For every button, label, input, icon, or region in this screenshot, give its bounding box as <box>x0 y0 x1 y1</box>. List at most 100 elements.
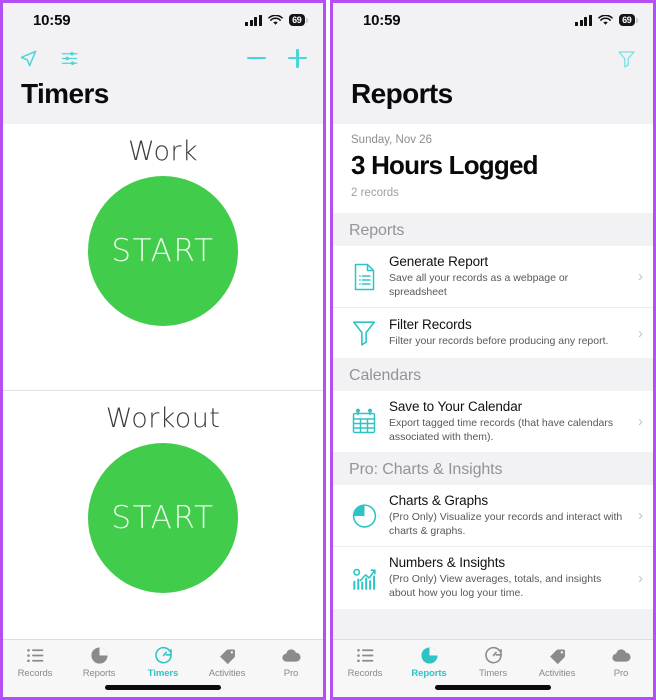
status-time: 10:59 <box>363 11 401 29</box>
tab-label: Timers <box>478 668 508 679</box>
chevron-right-icon: › <box>638 507 643 525</box>
section-rows-calendars: Save to Your Calendar Export tagged time… <box>333 391 653 453</box>
list-item-text: Charts & Graphs (Pro Only) Visualize you… <box>389 493 625 538</box>
list-item-title: Filter Records <box>389 317 472 333</box>
list-item-filter-records[interactable]: Filter Records Filter your records befor… <box>333 308 653 358</box>
list-item-title: Generate Report <box>389 254 489 269</box>
list-item-subtitle: Save all your records as a webpage or sp… <box>389 271 569 298</box>
list-item-title: Charts & Graphs <box>389 493 489 509</box>
two-phone-screenshot: 10:59 69 Timers Work START Workout START… <box>0 0 656 700</box>
tab-label: Activities <box>538 668 576 679</box>
list-item-subtitle: (Pro Only) Visualize your records and in… <box>389 511 623 537</box>
timer-name: Workout <box>105 403 221 434</box>
tab-records[interactable]: Records <box>333 645 397 679</box>
timers-list[interactable]: Work START Workout START <box>3 124 323 639</box>
tab-activities[interactable]: Activities <box>195 645 259 679</box>
battery-indicator: 69 <box>618 14 639 26</box>
tab-label: Records <box>17 668 53 679</box>
reports-list[interactable]: Sunday, Nov 26 3 Hours Logged 2 records … <box>333 124 653 639</box>
home-indicator <box>105 685 221 690</box>
pie-chart-icon <box>347 500 381 532</box>
tag-icon <box>219 649 235 665</box>
funnel-icon <box>347 317 381 349</box>
pie-chart-icon <box>420 647 438 664</box>
stopwatch-icon <box>154 646 172 664</box>
list-item-text: Numbers & Insights (Pro Only) View avera… <box>389 555 625 600</box>
calendar-icon <box>347 406 381 438</box>
section-rows-pro: Charts & Graphs (Pro Only) Visualize you… <box>333 485 653 609</box>
tab-label: Reports <box>411 668 447 679</box>
section-header-pro: Pro: Charts & Insights <box>333 452 653 486</box>
start-button-label: START <box>111 500 215 536</box>
status-icons: 69 <box>245 14 309 26</box>
section-rows-reports: Generate Report Save all your records as… <box>333 246 653 359</box>
sliders-icon[interactable] <box>60 49 79 68</box>
tab-label: Timers <box>147 668 179 679</box>
status-icons: 69 <box>575 14 639 26</box>
list-icon <box>356 648 373 663</box>
status-bar: 10:59 69 <box>333 3 653 37</box>
cloud-icon <box>611 649 631 662</box>
tab-reports[interactable]: Reports <box>67 645 131 679</box>
summary-date: Sunday, Nov 26 <box>351 134 432 146</box>
phone-screen-reports: 10:59 69 Reports Sunday, Nov 26 3 Hours … <box>330 0 656 700</box>
list-item-text: Filter Records Filter your records befor… <box>389 317 625 349</box>
tab-activities[interactable]: Activities <box>525 645 589 679</box>
tab-reports[interactable]: Reports <box>397 645 461 679</box>
funnel-icon[interactable] <box>616 48 637 69</box>
timer-card: Workout START <box>3 391 323 639</box>
tab-pro[interactable]: Pro <box>589 645 653 679</box>
summary-headline: 3 Hours Logged <box>351 150 539 180</box>
start-button[interactable]: START <box>88 443 238 593</box>
stopwatch-icon <box>484 646 502 664</box>
home-indicator <box>435 685 551 690</box>
chevron-right-icon: › <box>638 324 643 342</box>
cloud-icon <box>281 649 301 662</box>
tab-timers[interactable]: Timers <box>131 645 195 679</box>
section-header-calendars: Calendars <box>333 358 653 392</box>
tab-pro[interactable]: Pro <box>259 645 323 679</box>
list-item-charts-graphs[interactable]: Charts & Graphs (Pro Only) Visualize you… <box>333 485 653 548</box>
timer-card: Work START <box>3 124 323 391</box>
timer-name: Work <box>128 136 198 167</box>
wifi-icon <box>267 14 283 25</box>
list-icon <box>26 648 43 663</box>
status-time: 10:59 <box>33 11 71 29</box>
tab-label: Pro <box>613 668 629 679</box>
minus-icon[interactable] <box>247 56 266 60</box>
list-item-save-to-calendar[interactable]: Save to Your Calendar Export tagged time… <box>333 391 653 452</box>
cellular-bars-icon <box>245 14 262 26</box>
list-item-title: Save to Your Calendar <box>389 399 522 415</box>
plus-icon[interactable] <box>288 48 307 68</box>
start-button-label: START <box>111 233 215 269</box>
page-title-text: Reports <box>351 78 453 109</box>
page-title: Timers <box>3 79 323 124</box>
nav-bar <box>3 37 323 79</box>
tab-label: Pro <box>283 668 299 679</box>
list-item-subtitle: Filter your records before producing any… <box>389 335 609 348</box>
section-header-reports: Reports <box>333 213 653 246</box>
battery-indicator: 69 <box>288 14 309 26</box>
list-item-generate-report[interactable]: Generate Report Save all your records as… <box>333 246 653 309</box>
cellular-bars-icon <box>575 14 592 26</box>
pie-chart-icon <box>90 647 108 664</box>
summary-records-count: 2 records <box>351 187 399 199</box>
tab-records[interactable]: Records <box>3 645 67 679</box>
status-bar: 10:59 69 <box>3 3 323 37</box>
tab-label: Activities <box>208 668 246 679</box>
list-item-numbers-insights[interactable]: Numbers & Insights (Pro Only) View avera… <box>333 547 653 608</box>
list-item-text: Generate Report Save all your records as… <box>389 254 625 299</box>
navigation-arrow-icon[interactable] <box>19 49 38 68</box>
page-title-text: Timers <box>21 78 109 109</box>
phone-screen-timers: 10:59 69 Timers Work START Workout START… <box>0 0 326 700</box>
list-item-title: Numbers & Insights <box>389 555 505 571</box>
chevron-right-icon: › <box>638 569 643 587</box>
start-button[interactable]: START <box>88 176 238 326</box>
tag-icon <box>549 649 565 665</box>
list-item-text: Save to Your Calendar Export tagged time… <box>389 399 625 444</box>
page-title: Reports <box>333 79 653 124</box>
tab-timers[interactable]: Timers <box>461 645 525 679</box>
wifi-icon <box>597 14 613 25</box>
list-item-subtitle: (Pro Only) View averages, totals, and in… <box>389 573 602 599</box>
document-report-icon <box>347 261 381 293</box>
